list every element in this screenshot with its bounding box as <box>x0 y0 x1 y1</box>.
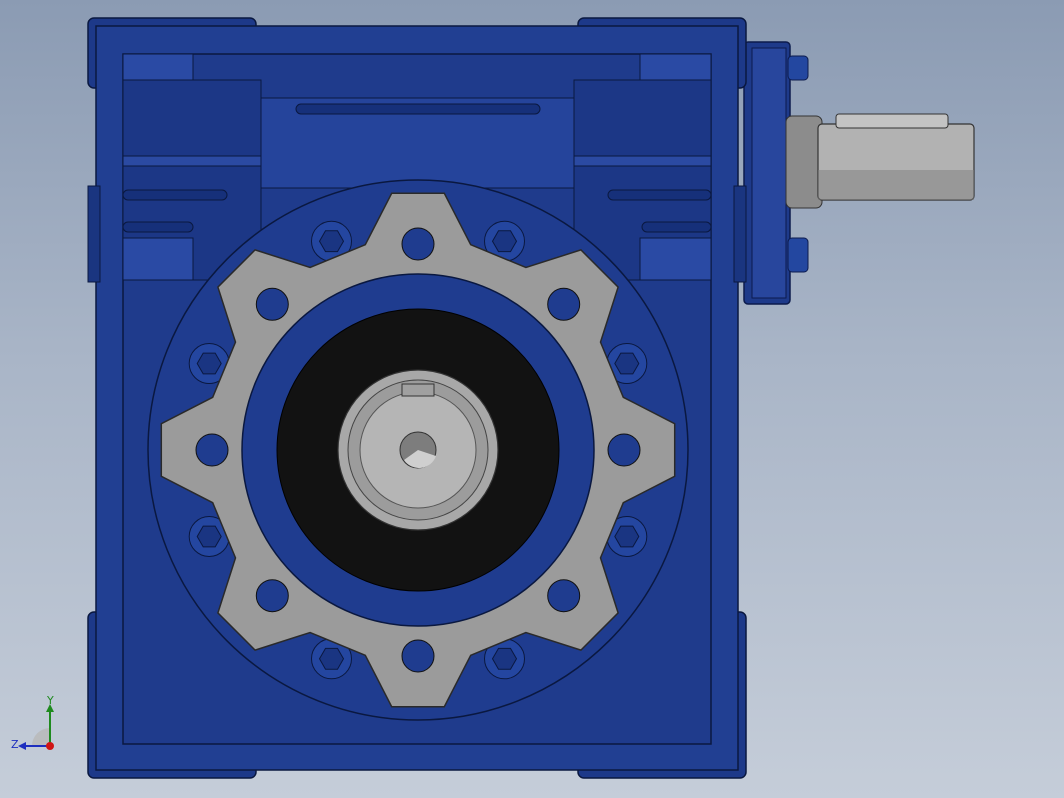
rib <box>573 155 712 167</box>
x-axis-dot <box>46 742 54 750</box>
flange-bolt <box>787 55 809 81</box>
flange-hole <box>255 579 289 613</box>
input-shaft-assembly[interactable] <box>743 41 975 305</box>
side-ear <box>733 185 747 283</box>
gearbox-model[interactable] <box>0 0 1064 798</box>
left-boss <box>122 237 194 281</box>
z-axis-label: Z <box>11 738 19 751</box>
rib <box>122 189 228 201</box>
y-axis-label: Y <box>46 696 54 707</box>
rib <box>641 221 712 233</box>
flange-hole <box>547 287 581 321</box>
rib <box>122 155 262 167</box>
cover-slot <box>295 103 541 115</box>
output-keyway <box>401 383 435 397</box>
input-flange-face <box>751 47 787 299</box>
flange-hole <box>255 287 289 321</box>
rib <box>122 221 194 233</box>
input-shaft-shade <box>818 170 974 200</box>
shaft-collar <box>785 115 823 209</box>
flange-hole <box>401 639 435 673</box>
flange-hole <box>607 433 641 467</box>
graphics-viewport[interactable]: Y Z <box>0 0 1064 798</box>
flange-hole <box>195 433 229 467</box>
flange-bolt <box>787 237 809 273</box>
keyway <box>835 113 949 129</box>
axis-triad: Y Z <box>8 694 68 756</box>
right-boss <box>639 237 712 281</box>
output-flange-assembly[interactable] <box>147 179 689 721</box>
rib <box>607 189 712 201</box>
side-ear <box>87 185 101 283</box>
flange-hole <box>401 227 435 261</box>
flange-hole <box>547 579 581 613</box>
